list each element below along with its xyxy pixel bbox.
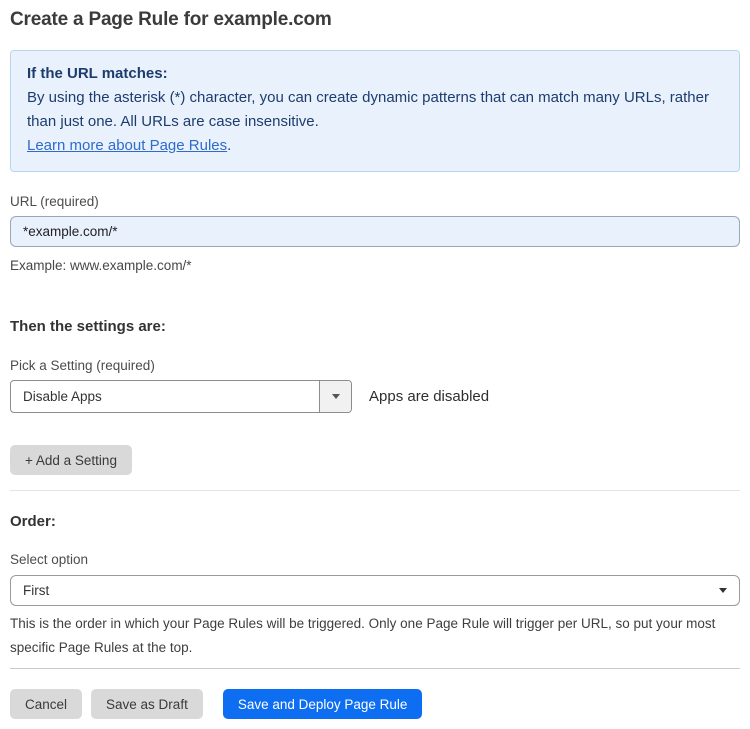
- setting-row: Disable Apps Apps are disabled: [10, 380, 740, 413]
- page-title: Create a Page Rule for example.com: [10, 9, 332, 30]
- select-option-label: Select option: [10, 552, 89, 567]
- info-box-heading: If the URL matches:: [27, 65, 168, 82]
- chevron-down-icon: [331, 394, 340, 399]
- order-helper-text: This is the order in which your Page Rul…: [10, 616, 716, 655]
- add-setting-button[interactable]: + Add a Setting: [10, 445, 132, 475]
- setting-select-value: Disable Apps: [23, 389, 102, 404]
- learn-more-link[interactable]: Learn more about Page Rules: [27, 137, 227, 154]
- url-example-helper: Example: www.example.com/*: [10, 258, 192, 273]
- url-label: URL (required): [10, 194, 99, 209]
- section-divider: [10, 490, 740, 491]
- chevron-down-icon: [719, 588, 727, 593]
- save-deploy-button[interactable]: Save and Deploy Page Rule: [222, 689, 423, 719]
- action-bar: Cancel Save as Draft Save and Deploy Pag…: [10, 689, 740, 719]
- cancel-button[interactable]: Cancel: [10, 689, 83, 719]
- url-input[interactable]: [10, 216, 740, 247]
- link-period: .: [227, 137, 232, 154]
- url-match-info-box: If the URL matches: By using the asteris…: [10, 50, 740, 172]
- settings-section-heading: Then the settings are:: [10, 318, 166, 335]
- setting-status-text: Apps are disabled: [369, 388, 490, 405]
- order-section-heading: Order:: [10, 513, 56, 530]
- setting-select[interactable]: Disable Apps: [10, 380, 352, 413]
- pick-setting-label: Pick a Setting (required): [10, 358, 155, 373]
- save-draft-button[interactable]: Save as Draft: [91, 689, 203, 719]
- info-box-body: By using the asterisk (*) character, you…: [27, 89, 709, 130]
- actions-divider: [10, 668, 740, 669]
- order-select[interactable]: First: [10, 575, 740, 606]
- info-box-link-line: Learn more about Page Rules.: [27, 134, 723, 158]
- order-select-value: First: [23, 583, 50, 598]
- setting-select-caret-button[interactable]: [319, 381, 351, 412]
- create-page-rule-panel: Create a Page Rule for example.com If th…: [0, 0, 750, 729]
